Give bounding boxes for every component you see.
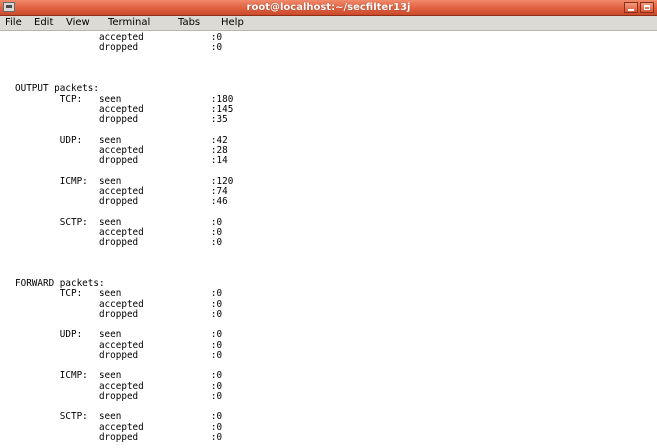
menu-bar: File Edit View Terminal Tabs Help	[0, 16, 657, 31]
terminal-line: accepted :0	[15, 339, 223, 351]
window-title: root@localhost:~/secfilter13j	[246, 2, 411, 13]
terminal-line: UDP: seen :0	[15, 329, 223, 341]
terminal-line: accepted :0	[15, 298, 223, 310]
terminal-window: root@localhost:~/secfilter13j File Edit …	[0, 0, 657, 448]
terminal-line: dropped :0	[15, 349, 223, 361]
terminal-output[interactable]: accepted :0 dropped :0 OUTPUT packets: TC…	[0, 31, 657, 448]
terminal-line: TCP: seen :0	[15, 288, 223, 300]
terminal-line: dropped :0	[15, 237, 223, 248]
title-bar[interactable]: root@localhost:~/secfilter13j	[0, 0, 657, 16]
terminal-line: TCP: seen :180	[15, 93, 234, 105]
terminal-line: UDP: seen :42	[15, 134, 228, 146]
terminal-line: OUTPUT packets:	[15, 83, 99, 95]
terminal-line: dropped :0	[15, 42, 223, 54]
terminal-line: SCTP: seen :0	[15, 411, 223, 423]
menu-file[interactable]: File	[5, 17, 22, 29]
maximize-icon[interactable]	[640, 2, 654, 13]
terminal-line: dropped :0	[15, 431, 223, 443]
minimize-icon[interactable]	[624, 2, 638, 13]
menu-edit[interactable]: Edit	[34, 17, 53, 29]
menu-view[interactable]: View	[66, 17, 90, 29]
terminal-line: ICMP: seen :0	[15, 370, 223, 382]
terminal-line: dropped :35	[15, 114, 228, 125]
terminal-line: accepted :0	[15, 421, 223, 433]
terminal-line: dropped :14	[15, 155, 228, 166]
terminal-line: dropped :46	[15, 196, 228, 207]
menu-tabs[interactable]: Tabs	[178, 17, 200, 29]
terminal-line: dropped :0	[15, 308, 223, 320]
terminal-line: accepted :0	[15, 380, 223, 392]
menu-help[interactable]: Help	[221, 17, 244, 29]
terminal-line: dropped :0	[15, 390, 223, 402]
terminal-line: SCTP: seen :0	[15, 216, 223, 228]
terminal-line: ICMP: seen :120	[15, 175, 234, 187]
menu-terminal[interactable]: Terminal	[108, 17, 150, 29]
